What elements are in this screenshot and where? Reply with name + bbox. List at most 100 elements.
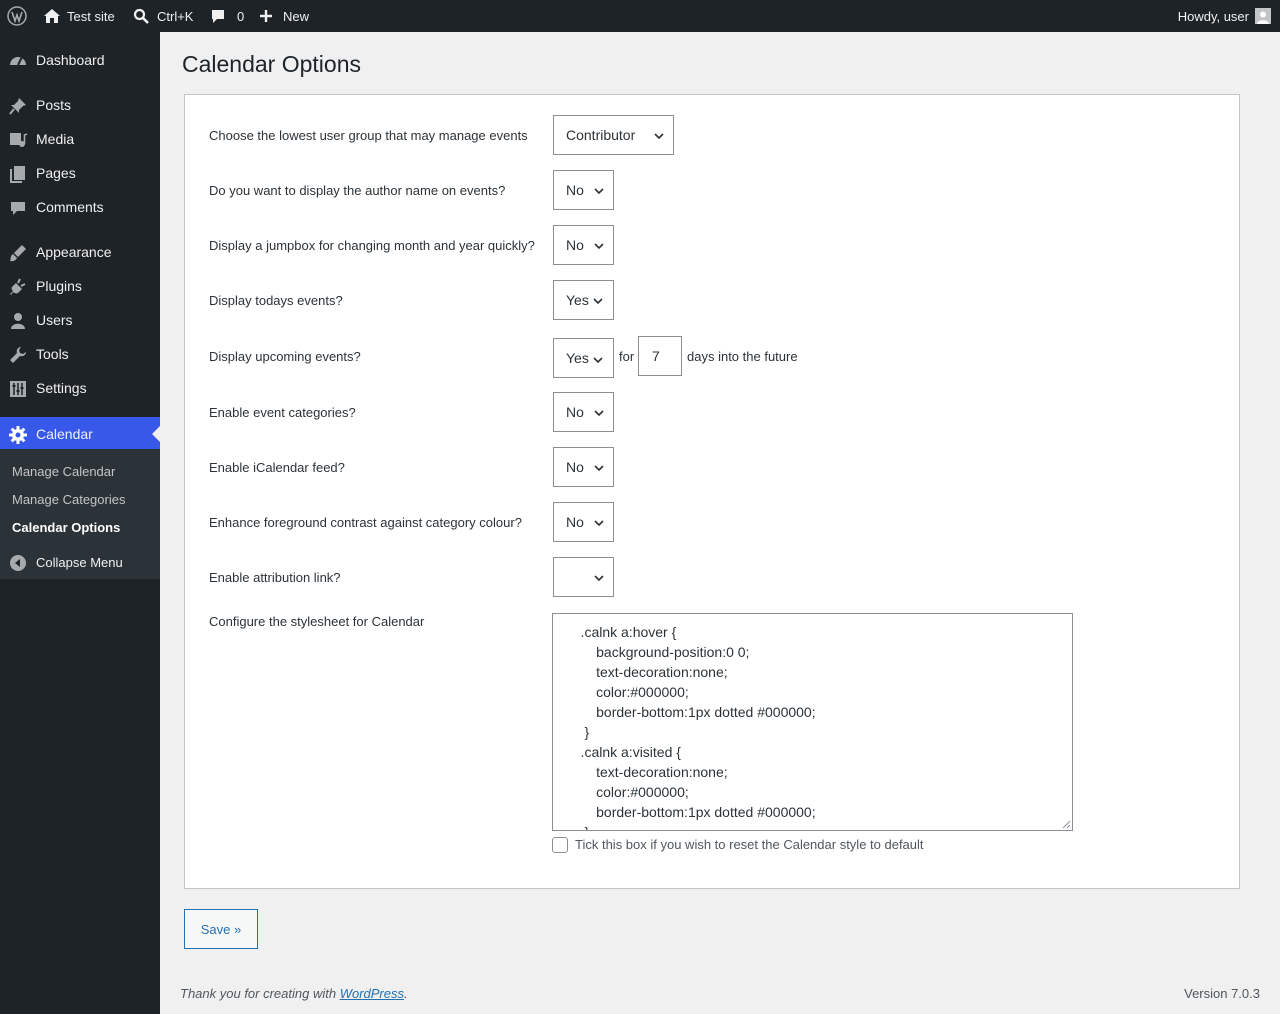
categories-select[interactable]: No bbox=[553, 392, 614, 432]
attribution-select[interactable] bbox=[553, 557, 614, 597]
footer-period: . bbox=[404, 986, 408, 1001]
plug-icon bbox=[8, 277, 28, 297]
contrast-select[interactable]: No bbox=[553, 502, 614, 542]
settings-sliders-icon bbox=[8, 379, 28, 399]
jumpbox-select[interactable]: No bbox=[553, 225, 614, 265]
reset-style-checkbox[interactable] bbox=[552, 837, 568, 853]
select-value: No bbox=[566, 237, 584, 253]
footer-version: Version 7.0.3 bbox=[1184, 986, 1260, 1001]
resize-grip-icon[interactable] bbox=[1061, 819, 1071, 829]
plus-icon bbox=[258, 8, 274, 24]
sidebar-item-tools[interactable]: Tools bbox=[0, 337, 160, 371]
gear-icon bbox=[8, 425, 28, 445]
avatar bbox=[1255, 8, 1271, 24]
select-value: Yes bbox=[566, 292, 589, 308]
collapse-menu-button[interactable]: Collapse Menu bbox=[0, 545, 160, 579]
submenu-calendar-options[interactable]: Calendar Options bbox=[12, 520, 120, 535]
footer-thanks: Thank you for creating with WordPress. bbox=[180, 986, 408, 1001]
site-name-link[interactable]: Test site bbox=[43, 0, 115, 32]
sidebar-item-settings[interactable]: Settings bbox=[0, 371, 160, 405]
upcoming-for-label: for bbox=[619, 349, 635, 364]
submenu-manage-categories[interactable]: Manage Categories bbox=[12, 492, 125, 507]
option-label-user-group: Choose the lowest user group that may ma… bbox=[209, 128, 528, 143]
stylesheet-content: .calnk a:hover { background-position:0 0… bbox=[580, 624, 816, 830]
footer-thanks-text: Thank you for creating with bbox=[180, 986, 340, 1001]
option-label-author-name: Do you want to display the author name o… bbox=[209, 183, 506, 198]
admin-sidebar: Dashboard Posts Media Pages Comments App… bbox=[0, 32, 160, 1014]
sidebar-item-pages[interactable]: Pages bbox=[0, 156, 160, 190]
sidebar-item-label: Appearance bbox=[36, 244, 112, 260]
sidebar-item-label: Settings bbox=[36, 380, 87, 396]
comment-icon bbox=[210, 8, 226, 24]
reset-style-label: Tick this box if you wish to reset the C… bbox=[575, 837, 924, 852]
new-label: New bbox=[283, 8, 310, 24]
chevron-down-icon bbox=[593, 298, 603, 305]
pin-icon bbox=[8, 96, 28, 116]
sidebar-item-label: Pages bbox=[36, 165, 76, 181]
sidebar-item-label: Plugins bbox=[36, 278, 82, 294]
sidebar-item-label: Users bbox=[36, 312, 73, 328]
brush-icon bbox=[8, 243, 28, 263]
todays-events-select[interactable]: Yes bbox=[553, 280, 614, 320]
home-icon bbox=[43, 8, 61, 24]
sidebar-item-posts[interactable]: Posts bbox=[0, 88, 160, 122]
pages-icon bbox=[8, 164, 28, 184]
sidebar-item-appearance[interactable]: Appearance bbox=[0, 235, 160, 269]
chevron-down-icon bbox=[594, 188, 604, 195]
chevron-down-icon bbox=[594, 465, 604, 472]
my-account-link[interactable]: Howdy, user bbox=[1178, 0, 1271, 32]
select-value: Yes bbox=[566, 350, 589, 366]
option-label-stylesheet: Configure the stylesheet for Calendar bbox=[209, 614, 425, 629]
option-label-upcoming-events: Display upcoming events? bbox=[209, 349, 361, 364]
submenu-manage-calendar[interactable]: Manage Calendar bbox=[12, 464, 115, 479]
dashboard-icon bbox=[8, 51, 28, 71]
sidebar-item-label: Posts bbox=[36, 97, 72, 113]
comment-icon bbox=[8, 198, 28, 218]
admin-bar: Test site Ctrl+K 0 New Howdy, user bbox=[0, 0, 1280, 32]
upcoming-days-suffix: days into the future bbox=[687, 349, 798, 364]
media-icon bbox=[8, 130, 28, 150]
new-content-link[interactable]: New bbox=[258, 0, 309, 32]
sidebar-item-label: Media bbox=[36, 131, 75, 147]
comments-link[interactable]: 0 bbox=[210, 0, 244, 32]
option-label-categories: Enable event categories? bbox=[209, 405, 356, 420]
option-label-jumpbox: Display a jumpbox for changing month and… bbox=[209, 238, 535, 253]
stylesheet-textarea[interactable]: .calnk a:hover { background-position:0 0… bbox=[552, 613, 1073, 831]
option-label-contrast: Enhance foreground contrast against cate… bbox=[209, 515, 522, 530]
wrench-icon bbox=[8, 345, 28, 365]
sidebar-item-comments[interactable]: Comments bbox=[0, 190, 160, 224]
wordpress-link[interactable]: WordPress bbox=[340, 986, 404, 1001]
site-name-label: Test site bbox=[67, 8, 115, 24]
select-value: No bbox=[566, 459, 584, 475]
collapse-menu-label: Collapse Menu bbox=[36, 554, 123, 570]
select-value: No bbox=[566, 182, 584, 198]
save-button[interactable]: Save » bbox=[184, 909, 258, 949]
option-label-icalendar: Enable iCalendar feed? bbox=[209, 460, 345, 475]
chevron-down-icon bbox=[593, 357, 603, 364]
chevron-down-icon bbox=[594, 243, 604, 250]
icalendar-select[interactable]: No bbox=[553, 447, 614, 487]
comments-count: 0 bbox=[237, 8, 245, 24]
sidebar-item-users[interactable]: Users bbox=[0, 303, 160, 337]
sidebar-item-label: Dashboard bbox=[36, 52, 105, 68]
sidebar-item-plugins[interactable]: Plugins bbox=[0, 269, 160, 303]
chevron-down-icon bbox=[594, 410, 604, 417]
sidebar-item-dashboard[interactable]: Dashboard bbox=[0, 43, 160, 77]
user-group-select[interactable]: Contributor bbox=[553, 115, 674, 155]
sidebar-item-label: Comments bbox=[36, 199, 104, 215]
search-shortcut[interactable]: Ctrl+K bbox=[133, 0, 193, 32]
chevron-down-icon bbox=[594, 520, 604, 527]
option-label-attribution: Enable attribution link? bbox=[209, 570, 341, 585]
select-value: Contributor bbox=[566, 127, 636, 143]
upcoming-days-input[interactable]: 7 bbox=[638, 336, 682, 376]
greeting-label: Howdy, user bbox=[1177, 8, 1249, 24]
chevron-down-icon bbox=[654, 133, 664, 140]
sidebar-item-label: Calendar bbox=[36, 426, 93, 442]
sidebar-item-calendar[interactable]: Calendar bbox=[0, 417, 160, 451]
search-icon bbox=[133, 8, 149, 24]
user-icon bbox=[8, 311, 28, 331]
sidebar-item-media[interactable]: Media bbox=[0, 122, 160, 156]
author-name-select[interactable]: No bbox=[553, 170, 614, 210]
upcoming-events-select[interactable]: Yes bbox=[553, 338, 614, 378]
wordpress-logo-icon[interactable] bbox=[7, 0, 27, 32]
